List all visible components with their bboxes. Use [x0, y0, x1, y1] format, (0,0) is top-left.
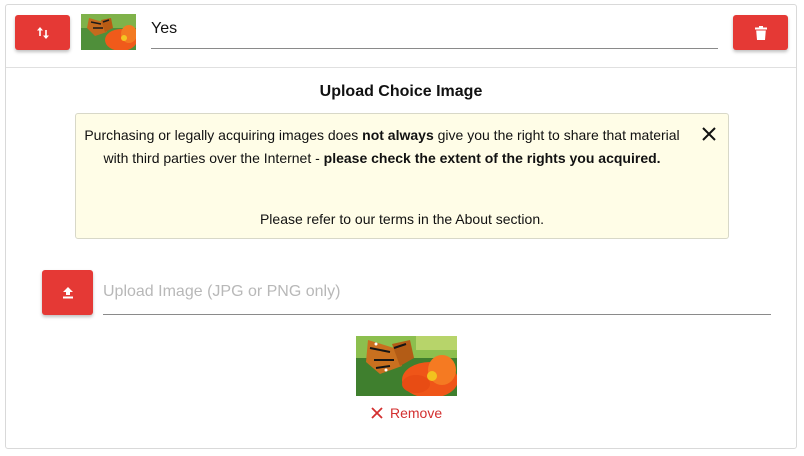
upload-icon: [62, 286, 73, 298]
rights-notice: Purchasing or legally acquiring images d…: [75, 113, 729, 239]
sort-arrows-icon: [36, 26, 49, 39]
reorder-button[interactable]: [15, 15, 70, 50]
notice-emphasis: not always: [362, 127, 434, 143]
upload-button[interactable]: [42, 270, 93, 315]
trash-icon: [754, 25, 767, 40]
choice-header-row: Yes: [6, 5, 796, 68]
choice-card: Yes Upload Choice Image Purchasing or le…: [5, 4, 797, 449]
close-icon: [702, 127, 716, 141]
remove-label: Remove: [390, 405, 443, 421]
notice-emphasis: please check the extent of the rights yo…: [323, 150, 661, 166]
notice-message: Purchasing or legally acquiring images d…: [84, 124, 680, 170]
remove-image-button[interactable]: Remove: [370, 403, 442, 423]
upload-image-field[interactable]: Upload Image (JPG or PNG only): [103, 277, 771, 315]
x-icon: [371, 407, 383, 419]
choice-text-input[interactable]: Yes: [151, 15, 718, 49]
notice-footer: Please refer to our terms in the About s…: [259, 211, 545, 227]
upload-section-title: Upload Choice Image: [319, 83, 483, 100]
notice-text-part: Purchasing or legally acquiring images d…: [84, 127, 363, 143]
image-preview: [356, 336, 457, 396]
delete-choice-button[interactable]: [733, 15, 788, 50]
close-notice-button[interactable]: [700, 125, 718, 143]
choice-thumbnail: [81, 14, 136, 50]
